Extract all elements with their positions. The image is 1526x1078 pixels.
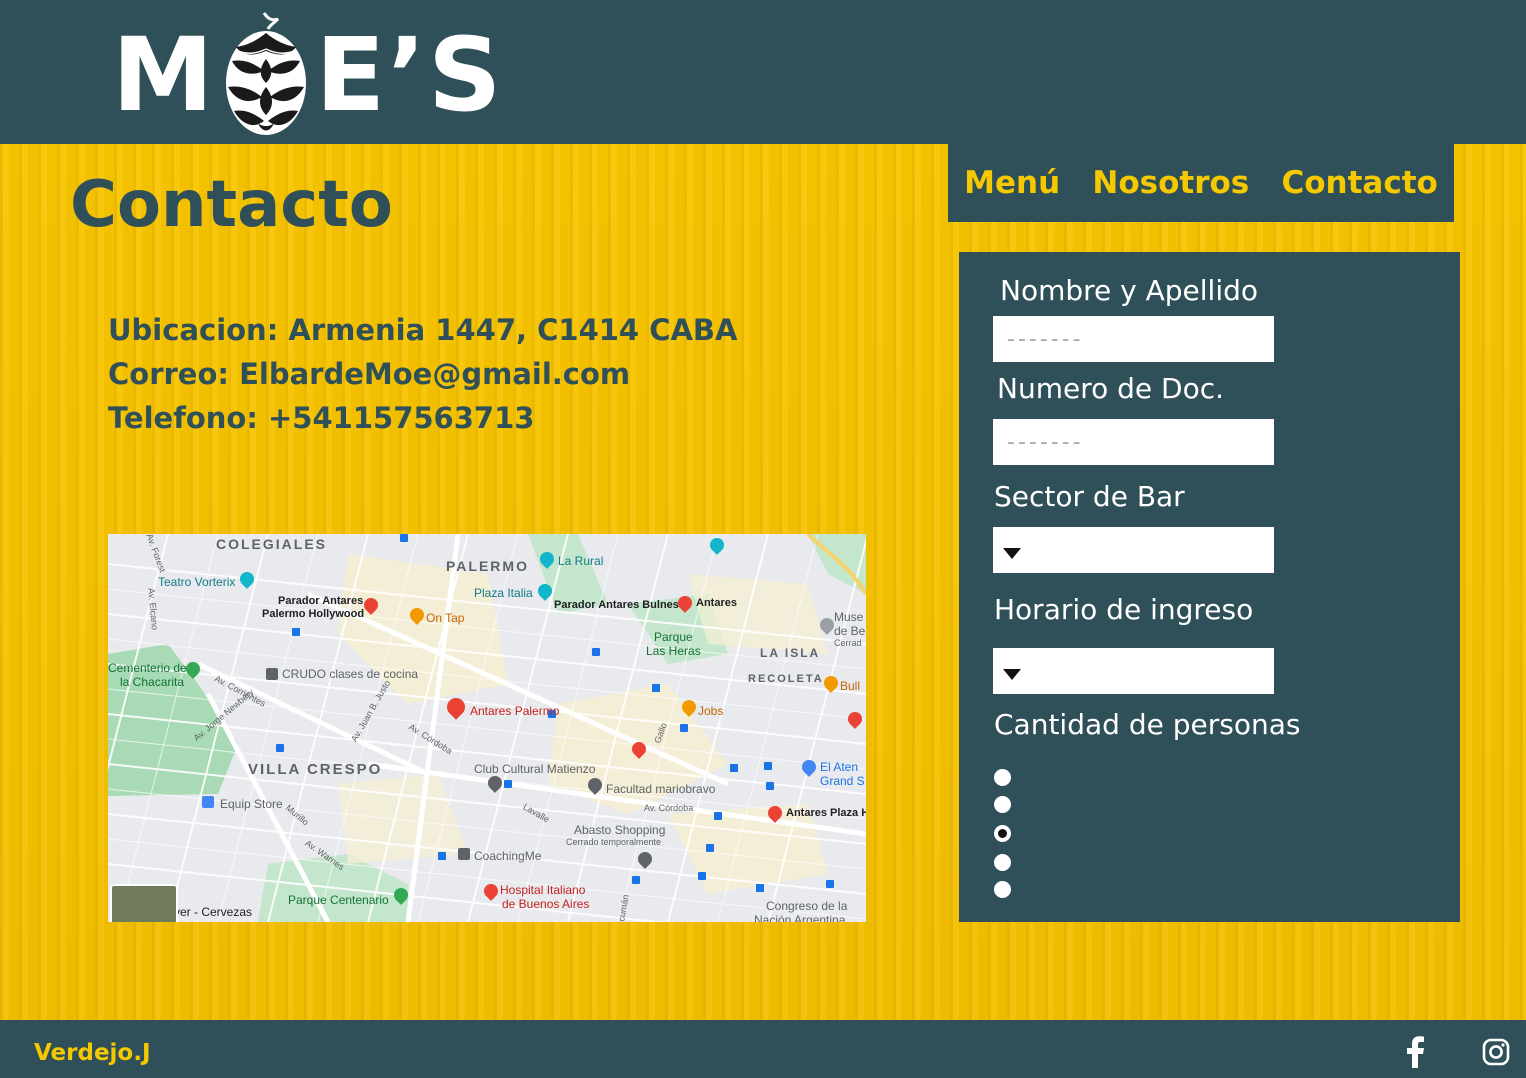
chevron-down-icon [1003,548,1021,559]
map-label-congreso-2: Nación Argentina [754,913,846,922]
people-radio-5[interactable] [994,881,1011,898]
name-input[interactable] [993,316,1274,362]
map-label-la-isla: LA ISLA [760,646,821,660]
map-label-antares-plaza: Antares Plaza H [786,807,866,819]
people-radio-3[interactable] [994,825,1011,842]
chevron-down-icon [1003,669,1021,680]
main-nav: Menú Nosotros Contacto [948,144,1454,222]
map-label-museo-2: de Be [834,624,866,638]
logo-text-left: M [112,15,216,135]
map-label-antares: Antares [696,597,737,609]
map-label-el-ateneo-2: Grand S [820,774,865,788]
map-pin-crudo[interactable] [266,668,278,680]
map-pin-coachingme[interactable] [458,848,470,860]
people-radio-4[interactable] [994,854,1011,871]
logo-text-right: E’S [315,15,504,135]
map-label-club-cultural: Club Cultural Matienzo [474,762,596,776]
map-label-recoleta: RECOLETA [748,673,824,685]
map-label-cervezas: ver - Cervezas [174,905,253,919]
map-label-la-rural: La Rural [558,554,604,568]
page-title: Contacto [70,168,393,242]
people-radio-2[interactable] [994,796,1011,813]
doc-label: Numero de Doc. [997,372,1225,405]
contact-location: Ubicacion: Armenia 1447, C1414 CABA [108,313,738,347]
contact-phone[interactable]: Telefono: +541157563713 [108,396,737,440]
map-label-villa-crespo: VILLA CRESPO [248,761,383,778]
map-label-parador-hollywood-1: Parador Antares [278,595,364,607]
map-label-hospital-2: de Buenos Aires [502,897,590,911]
map-label-on-tap: On Tap [426,611,465,625]
map-label-av-cordoba-2: Av. Córdoba [644,803,694,813]
map-label-jobs: Jobs [698,704,724,718]
map-label-cementerio-2: la Chacarita [120,675,185,689]
people-radio-1[interactable] [994,769,1011,786]
location-map[interactable]: COLEGIALES PALERMO La Rural Teatro Vorte… [108,534,866,922]
nav-item-contacto[interactable]: Contacto [1282,165,1438,201]
map-label-congreso-1: Congreso de la [766,899,848,913]
map-label-parque-centenario: Parque Centenario [288,893,389,907]
people-label: Cantidad de personas [994,708,1301,741]
map-label-el-ateneo-1: El Aten [820,760,859,774]
map-label-antares-palermo: Antares Palermo [470,704,560,718]
map-label-plaza-italia: Plaza Italia [474,586,533,600]
sector-select[interactable] [993,527,1274,573]
map-label-cementerio-1: Cementerio de [108,661,187,675]
sector-label: Sector de Bar [994,480,1185,513]
map-label-museo-3: Cerrad [834,638,862,648]
map-label-museo-1: Muse [834,610,864,624]
hop-icon [225,12,306,135]
footer-credit: Verdejo.J [34,1040,151,1066]
map-label-coachingme: CoachingMe [474,849,542,863]
time-label: Horario de ingreso [994,593,1254,626]
map-label-facultad: Facultad mariobravo [606,782,716,796]
site-logo[interactable]: M E’S [112,10,503,140]
map-label-teatro-vorterix: Teatro Vorterix [158,575,236,589]
map-label-palermo: PALERMO [446,558,529,574]
contact-email[interactable]: Correo: ElbardeMoe@gmail.com [108,352,737,396]
map-label-parador-bulnes: Parador Antares Bulnes [554,599,679,611]
site-header: M E’S [0,0,1526,144]
doc-input[interactable] [993,419,1274,465]
map-label-parador-hollywood-2: Palermo Hollywood [262,608,365,620]
reservation-form: Nombre y Apellido Numero de Doc. Sector … [959,252,1460,922]
nav-item-menu[interactable]: Menú [964,165,1060,201]
map-pin-equip-store[interactable] [202,796,214,808]
instagram-icon[interactable] [1482,1038,1510,1066]
map-label-abasto-2: Cerrado temporalmente [566,837,662,847]
map-label-abasto-1: Abasto Shopping [574,823,666,837]
map-label-equip-store: Equip Store [220,797,283,811]
satellite-toggle[interactable] [110,884,178,922]
map-label-parque-las-heras-1: Parque [654,630,693,644]
nav-item-nosotros[interactable]: Nosotros [1092,165,1249,201]
name-label: Nombre y Apellido [1000,274,1259,307]
map-label-colegiales: COLEGIALES [216,536,328,552]
map-label-crudo: CRUDO clases de cocina [282,667,419,681]
site-footer: Verdejo.J [0,1020,1526,1078]
map-label-bull: Bull [840,679,861,693]
map-label-parque-las-heras-2: Las Heras [646,644,701,658]
contact-info: Ubicacion: Armenia 1447, C1414 CABA Corr… [108,308,737,440]
map-label-hospital-1: Hospital Italiano [500,883,586,897]
facebook-icon[interactable] [1404,1036,1426,1068]
time-select[interactable] [993,648,1274,694]
